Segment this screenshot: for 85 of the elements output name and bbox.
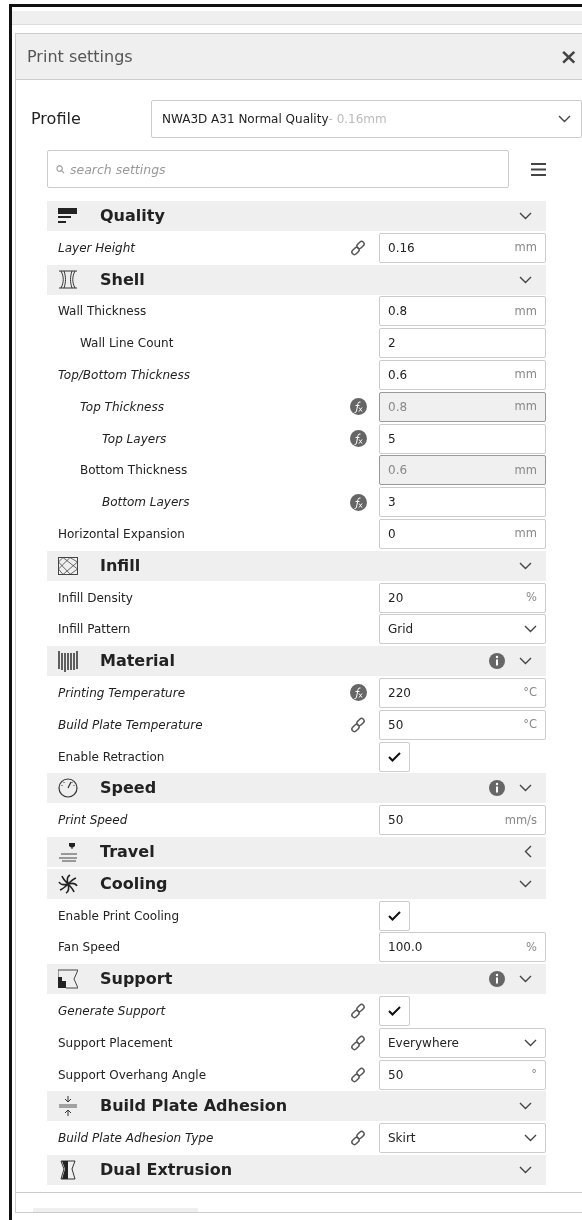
- section-icon: [58, 556, 78, 575]
- section-header[interactable]: Travel: [47, 836, 546, 867]
- chevron-down-icon: [519, 879, 532, 888]
- setting-label: Top/Bottom Thickness: [58, 367, 191, 384]
- section-header[interactable]: Speed: [47, 773, 546, 804]
- setting-label: Fan Speed: [58, 939, 122, 957]
- chevron-left-icon: [524, 845, 532, 859]
- number-field[interactable]: 220 °C: [379, 677, 546, 708]
- profile-label: Profile: [31, 107, 82, 130]
- setting-label: Infill Pattern: [58, 621, 132, 639]
- dropdown-field[interactable]: Grid: [379, 614, 546, 645]
- checkbox[interactable]: [379, 900, 410, 931]
- setting-label: Bottom Thickness: [80, 462, 189, 480]
- chevron-down-icon: [519, 275, 532, 284]
- chevron-down-icon: [519, 975, 532, 984]
- caret-icon: [524, 1038, 537, 1047]
- chevron-down-icon: [519, 1102, 532, 1111]
- search-icon: [56, 165, 65, 174]
- chevron-down-icon: [519, 561, 532, 570]
- chevron-down-icon: [519, 784, 532, 793]
- menu-icon: [531, 163, 546, 176]
- number-field[interactable]: 50 °C: [379, 709, 546, 740]
- setting-label: Enable Print Cooling: [58, 907, 181, 925]
- setting-label: Top Thickness: [80, 398, 165, 416]
- setting-label: Horizontal Expansion: [58, 525, 186, 543]
- section-icon: [58, 650, 78, 673]
- number-field[interactable]: 0 mm: [379, 518, 546, 549]
- panel-title: Print settings: [27, 45, 133, 68]
- section-icon: [58, 207, 78, 225]
- setting-label: Enable Retraction: [58, 748, 166, 766]
- chevron-down-icon: [519, 657, 532, 666]
- dropdown-field[interactable]: Everywhere: [379, 1027, 546, 1058]
- number-field[interactable]: 0.8 mm: [379, 296, 546, 327]
- section-header[interactable]: Cooling: [47, 868, 546, 899]
- number-field[interactable]: 50 mm/s: [379, 805, 546, 836]
- section-header[interactable]: Build Plate Adhesion: [47, 1091, 546, 1122]
- setting-label: Generate Support: [58, 1002, 167, 1020]
- chevron-down-icon: [519, 1165, 532, 1174]
- number-field[interactable]: 50 °: [379, 1059, 546, 1090]
- setting-label: Print Speed: [58, 812, 129, 830]
- section-icon: [58, 841, 78, 862]
- check-icon: [388, 1005, 401, 1016]
- section-icon: [58, 873, 78, 894]
- setting-label: Printing Temperature: [58, 684, 187, 702]
- dropdown-field[interactable]: Skirt: [379, 1123, 546, 1154]
- caret-icon: [524, 625, 537, 634]
- setting-label: Layer Height: [58, 239, 137, 257]
- setting-label: Wall Line Count: [80, 335, 175, 353]
- check-icon: [388, 910, 401, 921]
- number-field[interactable]: 0.16 mm: [379, 232, 546, 263]
- checkbox[interactable]: [379, 995, 410, 1026]
- setting-label: Bottom Layers: [102, 494, 191, 512]
- section-icon: [58, 1096, 78, 1117]
- checkbox[interactable]: [379, 741, 410, 772]
- caret-icon: [524, 1134, 537, 1143]
- section-icon: [58, 969, 78, 990]
- number-field[interactable]: 100.0 %: [379, 932, 546, 963]
- setting-label: Support Overhang Angle: [58, 1066, 208, 1084]
- profile-layer-height: - 0.16mm: [328, 110, 387, 128]
- section-header[interactable]: Infill: [47, 550, 546, 581]
- section-header[interactable]: Material: [47, 646, 546, 677]
- setting-label: Support Placement: [58, 1034, 174, 1052]
- number-field[interactable]: 2: [379, 328, 546, 359]
- section-icon: [58, 270, 78, 290]
- number-field[interactable]: 0.6 mm: [379, 360, 546, 390]
- setting-label: Top Layers: [102, 430, 168, 448]
- section-header[interactable]: Dual Extrusion: [47, 1154, 546, 1185]
- section-header[interactable]: Shell: [47, 264, 546, 295]
- caret-icon: [558, 114, 571, 123]
- setting-label: Build Plate Temperature: [58, 716, 204, 734]
- section-icon: [58, 1159, 78, 1180]
- setting-label: Wall Thickness: [58, 303, 148, 321]
- section-header[interactable]: Support: [47, 964, 546, 995]
- menu-button[interactable]: [531, 160, 546, 178]
- section-header[interactable]: Quality: [47, 201, 546, 231]
- profile-name: NWA3D A31 Normal Quality: [162, 110, 329, 128]
- number-field[interactable]: 20 %: [379, 582, 546, 613]
- close-button[interactable]: ×: [559, 45, 578, 68]
- section-icon: [58, 778, 78, 799]
- check-icon: [388, 751, 401, 762]
- chevron-down-icon: [519, 212, 532, 220]
- profile-dropdown[interactable]: NWA3D A31 Normal Quality- 0.16mm: [151, 99, 582, 138]
- search-field[interactable]: search settings: [47, 150, 509, 188]
- setting-label: Build Plate Adhesion Type: [58, 1130, 215, 1148]
- setting-label: Infill Density: [58, 589, 134, 607]
